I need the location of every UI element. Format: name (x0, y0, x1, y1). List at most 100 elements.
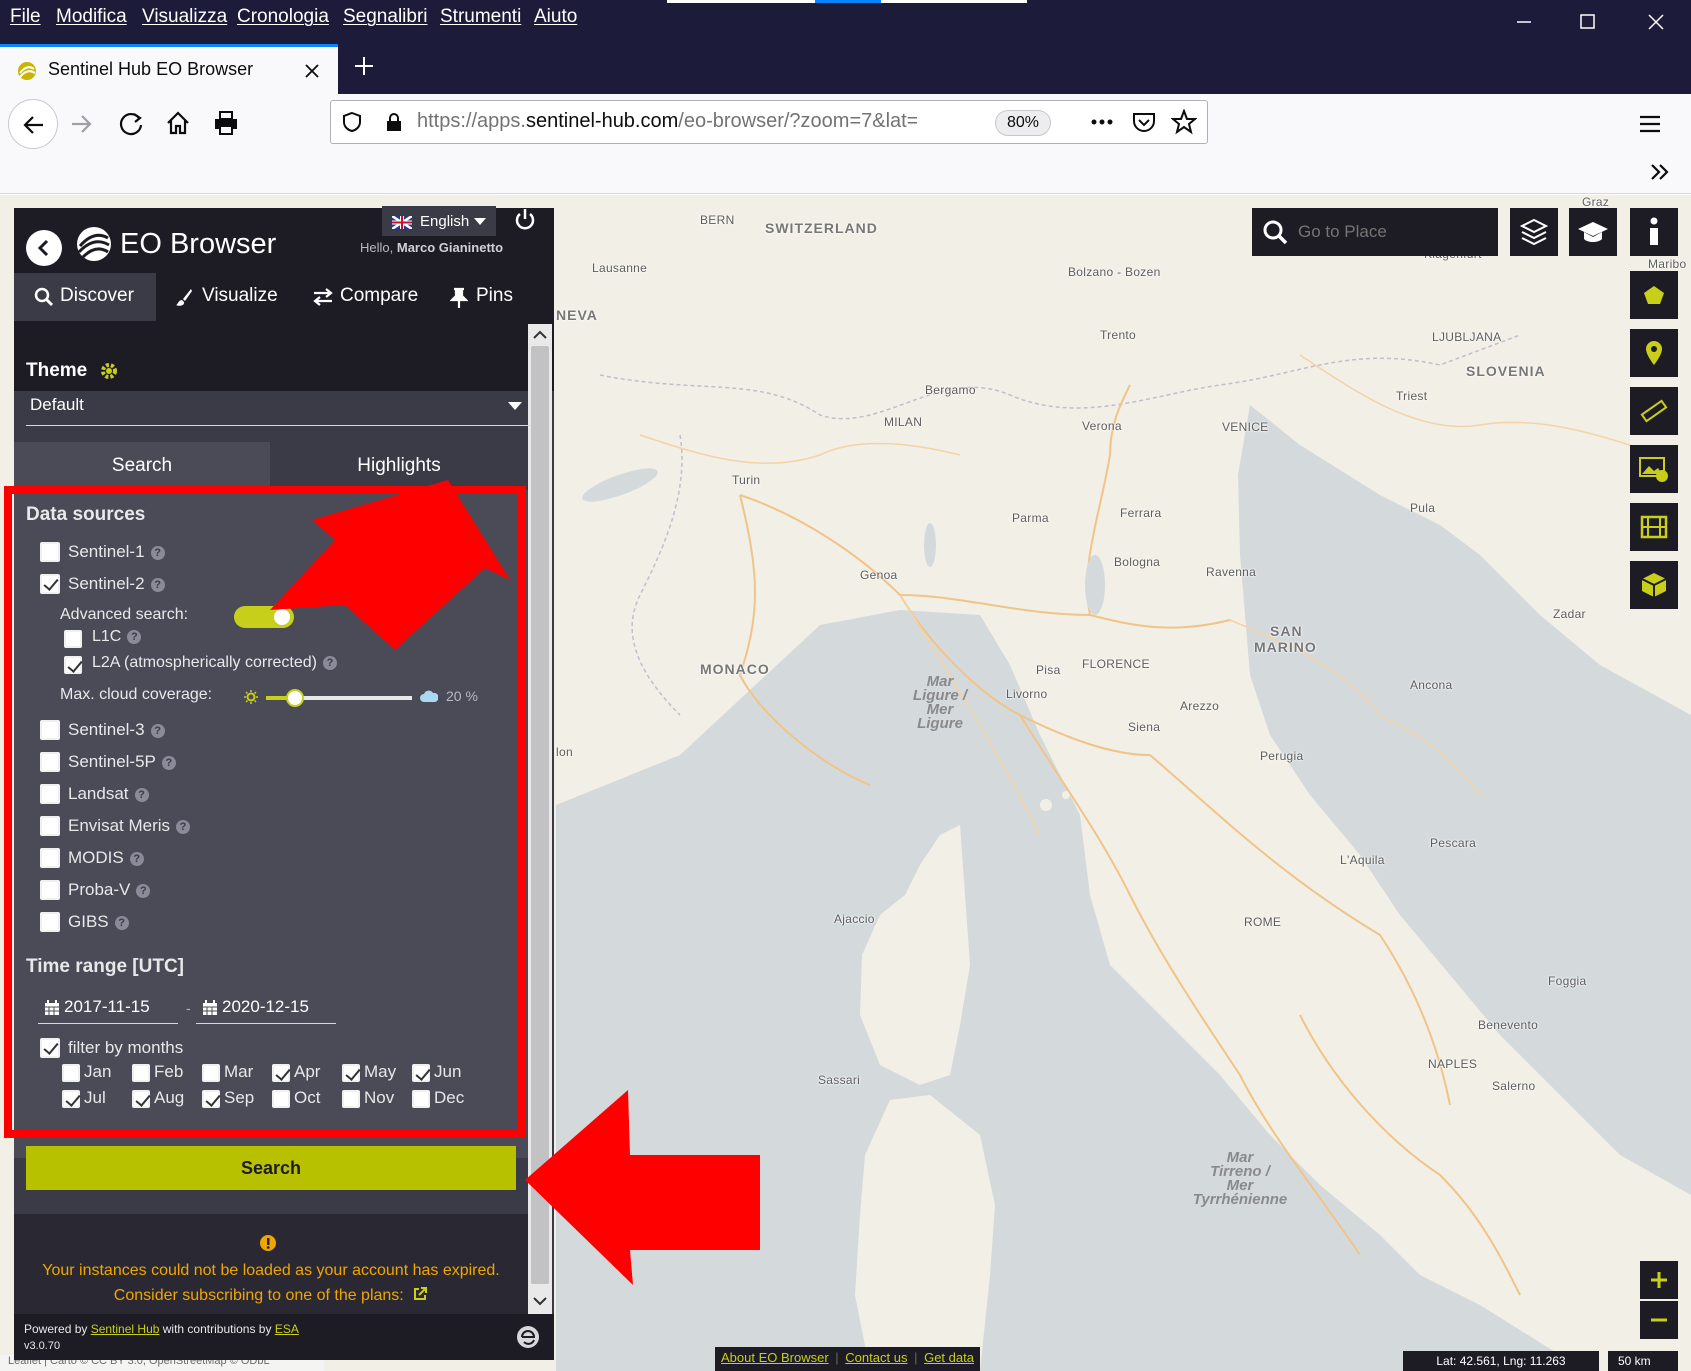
version: v3.0.70 (24, 1340, 61, 1352)
scroll-up-icon[interactable] (533, 330, 547, 340)
bookmark-star-icon[interactable] (1171, 109, 1197, 135)
contact-link[interactable]: Contact us (845, 1350, 907, 1365)
powered-text: Powered by (24, 1322, 91, 1336)
tab-compare-label: Compare (340, 285, 419, 306)
minus-icon (1651, 1318, 1667, 1322)
greeting-text: Hello, (360, 240, 397, 255)
new-tab-icon[interactable] (352, 54, 376, 78)
gear-icon[interactable] (99, 361, 119, 381)
map-label: NAPLES (1428, 1057, 1478, 1071)
coordinates-readout: Lat: 42.561, Lng: 11.263 (1403, 1351, 1599, 1371)
zoom-level-badge[interactable]: 80% (995, 110, 1051, 136)
zoom-in-button[interactable] (1640, 1261, 1678, 1299)
warning-line-1: Your instances could not be loaded as yo… (42, 1262, 500, 1279)
menu-strumenti[interactable]: Strumenti (440, 6, 521, 28)
print-icon[interactable] (212, 109, 240, 137)
measure-button[interactable] (1630, 387, 1678, 435)
scale-bar: 50 km (1608, 1351, 1678, 1371)
ruler-icon (1640, 399, 1668, 423)
menu-file[interactable]: File (10, 6, 41, 28)
download-image-button[interactable] (1630, 445, 1678, 493)
red-arrow-icon (525, 1090, 760, 1285)
hamburger-menu-icon[interactable] (1637, 111, 1663, 137)
place-search-box[interactable] (1252, 208, 1498, 256)
overflow-chevron-icon[interactable] (1648, 160, 1672, 184)
tab-discover-label: Discover (60, 285, 134, 306)
get-data-link[interactable]: Get data (924, 1350, 974, 1365)
tab-title: Sentinel Hub EO Browser (48, 59, 254, 79)
reload-icon[interactable] (117, 110, 145, 138)
map-label: Pisa (1036, 663, 1061, 677)
layers-button[interactable] (1510, 208, 1558, 256)
back-button[interactable] (8, 99, 58, 149)
language-select[interactable]: English (382, 206, 496, 236)
graduation-cap-icon (1578, 222, 1608, 242)
map-label: Bolzano - Bozen (1068, 265, 1161, 279)
tab-pins[interactable]: Pins (448, 273, 548, 321)
tab-visualize[interactable]: Visualize (164, 273, 294, 321)
place-search-input[interactable] (1298, 216, 1488, 248)
external-link-icon[interactable] (412, 1286, 428, 1302)
image-download-icon (1639, 457, 1668, 482)
map-label: Trento (1100, 328, 1137, 342)
map-label: Genoa (860, 568, 898, 582)
map-label: BERN (700, 213, 735, 227)
pocket-icon[interactable] (1131, 110, 1157, 134)
subtab-search[interactable]: Search (14, 442, 270, 490)
menu-segnalibri[interactable]: Segnalibri (343, 6, 428, 28)
mark-poi-button[interactable] (1630, 329, 1678, 377)
menu-modifica[interactable]: Modifica (56, 6, 127, 28)
home-icon[interactable] (164, 109, 192, 137)
tab-discover[interactable]: Discover (14, 273, 156, 321)
theme-select[interactable]: Default (26, 392, 530, 426)
collapse-panel-button[interactable] (26, 230, 62, 266)
search-button[interactable]: Search (26, 1146, 516, 1190)
tab-compare[interactable]: Compare (308, 273, 428, 321)
cube-icon (1641, 573, 1667, 597)
close-window-icon[interactable] (1644, 10, 1668, 34)
minimize-icon[interactable] (1512, 10, 1536, 34)
draw-area-button[interactable] (1630, 271, 1678, 319)
menu-aiuto[interactable]: Aiuto (534, 6, 577, 28)
url-bar[interactable]: https://apps.sentinel-hub.com/eo-browser… (330, 100, 1208, 144)
sea-label-ligurian: Mar Ligure / Mer Ligure (880, 674, 1000, 732)
maximize-icon[interactable] (1576, 10, 1600, 34)
map-label: Salerno (1492, 1079, 1536, 1093)
close-tab-icon[interactable] (302, 61, 322, 81)
menu-cronologia[interactable]: Cronologia (237, 6, 329, 28)
map-label: SLOVENIA (1466, 363, 1546, 379)
sea-label-line: Ligure (917, 715, 963, 732)
zoom-out-button[interactable] (1640, 1301, 1678, 1339)
sinergise-logo-icon[interactable] (516, 1325, 540, 1349)
lock-icon[interactable] (383, 111, 405, 133)
power-logout-icon[interactable] (514, 208, 536, 232)
tab-pins-label: Pins (476, 285, 513, 306)
map-label: Siena (1128, 720, 1161, 734)
map-label: SAN (1270, 623, 1303, 639)
map-marker-icon (1646, 341, 1662, 365)
language-label: English (420, 213, 470, 230)
more-actions-icon[interactable] (1089, 111, 1115, 133)
timelapse-button[interactable] (1630, 503, 1678, 551)
tutorial-button[interactable] (1569, 208, 1617, 256)
map-label: Graz (1582, 195, 1610, 209)
3d-button[interactable] (1630, 561, 1678, 609)
browser-tab[interactable]: Sentinel Hub EO Browser (0, 44, 338, 94)
info-icon (1650, 217, 1658, 245)
sentinel-hub-link[interactable]: Sentinel Hub (91, 1322, 160, 1336)
url-domain: sentinel-hub.com (525, 110, 679, 132)
map-label: SWITZERLAND (765, 220, 878, 236)
forward-arrow-icon[interactable] (68, 111, 94, 137)
info-button[interactable] (1630, 208, 1678, 256)
theme-value: Default (30, 395, 84, 414)
menu-bar: File Modifica Visualizza Cronologia Segn… (0, 0, 1691, 41)
map-label: ROME (1244, 915, 1282, 929)
shield-icon[interactable] (341, 111, 363, 133)
map-label: Benevento (1478, 1018, 1539, 1032)
scroll-down-icon[interactable] (533, 1296, 547, 1306)
app-title: EO Browser (120, 228, 277, 260)
esa-link[interactable]: ESA (275, 1322, 299, 1336)
map-label: Livorno (1006, 687, 1048, 701)
menu-visualizza[interactable]: Visualizza (142, 6, 227, 28)
about-link[interactable]: About EO Browser (721, 1350, 829, 1365)
